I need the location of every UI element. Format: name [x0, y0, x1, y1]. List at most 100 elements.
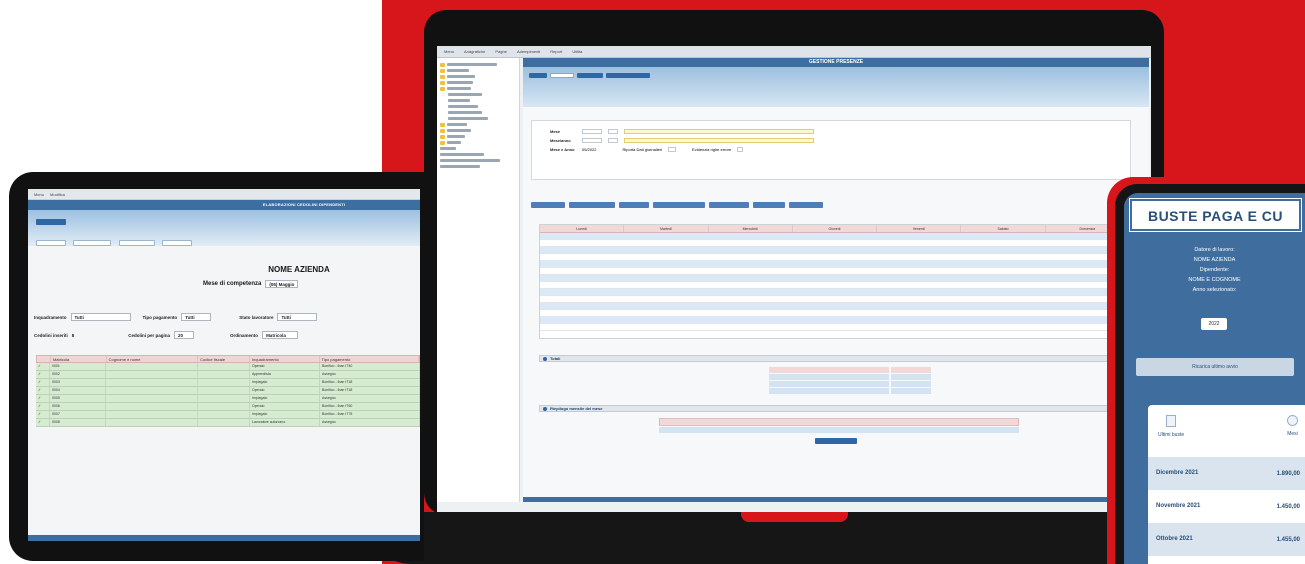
toolbar-chip[interactable] — [36, 240, 66, 246]
tree-node[interactable] — [440, 110, 516, 115]
tree-node[interactable] — [440, 146, 516, 151]
anno-input[interactable] — [582, 138, 602, 143]
menu-item[interactable]: Adempimenti — [514, 49, 543, 54]
row-check-icon[interactable]: ✓ — [36, 419, 50, 426]
table-row[interactable]: ✓ 0004 Operaio Bonifico - Iban IT18 — [36, 387, 420, 395]
mese-code-input[interactable] — [608, 129, 618, 134]
row-check-icon[interactable]: ✓ — [36, 411, 50, 418]
mese-input[interactable] — [582, 129, 602, 134]
anno-description-input[interactable] — [624, 138, 814, 143]
grid-row[interactable] — [540, 268, 1130, 275]
tipo-pagamento-select[interactable]: Tutti — [181, 313, 212, 321]
tree-node[interactable] — [440, 158, 516, 163]
menu-item[interactable]: Report — [547, 49, 565, 54]
inquadramento-select[interactable]: Tutti — [70, 313, 131, 321]
grid-row[interactable] — [540, 275, 1130, 282]
payslip-row[interactable]: Novembre 2021 1.450,00 — [1148, 490, 1305, 523]
tree-node[interactable] — [440, 164, 516, 169]
totali-section-header[interactable]: Totali — [539, 355, 1131, 362]
table-row[interactable]: ✓ 0003 Impiegato Bonifico - Iban IT18 — [36, 379, 420, 387]
payslip-row[interactable]: Ottobre 2021 1.455,00 — [1148, 523, 1305, 556]
tree-node[interactable] — [440, 68, 516, 73]
tree-node[interactable] — [440, 86, 516, 91]
per-pagina-select[interactable]: 20 — [174, 331, 195, 339]
toolbar-button[interactable] — [529, 73, 547, 78]
toolbar-chip[interactable] — [162, 240, 193, 246]
tree-node[interactable] — [440, 74, 516, 79]
tree-node[interactable] — [440, 92, 516, 97]
toolbar-chip[interactable] — [73, 240, 112, 246]
toolbar-button[interactable] — [550, 73, 574, 78]
menu-item[interactable]: Utilita — [569, 49, 585, 54]
stato-select[interactable]: Tutti — [277, 313, 318, 321]
row-check-icon[interactable]: ✓ — [36, 371, 50, 378]
tab-mesi[interactable]: Mesi — [1287, 415, 1298, 457]
toolbar-chip[interactable] — [118, 240, 155, 246]
grid-row[interactable] — [540, 296, 1130, 303]
table-cell: 0001 — [50, 363, 106, 370]
grid-row[interactable] — [540, 282, 1130, 289]
action-button[interactable] — [653, 202, 705, 208]
tree-node[interactable] — [440, 104, 516, 109]
menu-item[interactable]: Menu — [34, 192, 44, 197]
ordinamento-select[interactable]: Matricola — [262, 331, 299, 339]
mese-description-input[interactable] — [624, 129, 814, 134]
menu-item[interactable]: Anagrafiche — [461, 49, 488, 54]
menu-item[interactable]: Paghe — [492, 49, 510, 54]
totals-header-cell — [891, 367, 931, 373]
tree-node[interactable] — [440, 140, 516, 145]
grid-row[interactable] — [540, 303, 1130, 310]
row-check-icon[interactable]: ✓ — [36, 403, 50, 410]
row-check-icon[interactable]: ✓ — [36, 395, 50, 402]
grid-row[interactable] — [540, 317, 1130, 324]
grid-row[interactable] — [540, 324, 1130, 331]
row-check-icon[interactable]: ✓ — [36, 363, 50, 370]
toolbar-button[interactable] — [577, 73, 603, 78]
tree-node[interactable] — [440, 152, 516, 157]
tree-node[interactable] — [440, 116, 516, 121]
menu-item[interactable]: Menu — [441, 49, 457, 54]
year-select[interactable]: 2022 — [1201, 318, 1227, 330]
grid-row[interactable] — [540, 310, 1130, 317]
grid-row[interactable] — [540, 254, 1130, 261]
toolbar-button[interactable] — [36, 219, 66, 225]
riporta-checkbox[interactable] — [668, 147, 677, 152]
toolbar-button[interactable] — [606, 73, 650, 78]
reload-button[interactable]: Ricarica ultimo avvio — [1136, 358, 1294, 376]
tab-ultimi[interactable]: Ultimi buste — [1158, 415, 1184, 457]
grid-row[interactable] — [540, 240, 1130, 247]
tree-node[interactable] — [440, 134, 516, 139]
table-row[interactable]: ✓ 0006 Operaio Bonifico - Iban IT60 — [36, 403, 420, 411]
grid-row[interactable] — [540, 289, 1130, 296]
row-check-icon[interactable]: ✓ — [36, 379, 50, 386]
action-button[interactable] — [709, 202, 749, 208]
grid-row[interactable] — [540, 261, 1130, 268]
menu-item[interactable]: Modifica — [50, 192, 65, 197]
cedolini-label: Cedolini inseriti — [34, 332, 68, 338]
table-row[interactable]: ✓ 0007 Impiegato Bonifico - Iban IT75 — [36, 411, 420, 419]
table-row[interactable]: ✓ 0008 Lavoratore autonomo Assegno — [36, 419, 420, 427]
payslip-row[interactable]: Settembre1.544,00 — [1148, 556, 1305, 564]
row-check-icon[interactable]: ✓ — [36, 387, 50, 394]
tree-node[interactable] — [440, 128, 516, 133]
table-row[interactable]: ✓ 0005 Impiegato Assegno — [36, 395, 420, 403]
grid-row[interactable] — [540, 247, 1130, 254]
action-button[interactable] — [531, 202, 565, 208]
tree-node[interactable] — [440, 122, 516, 127]
mese-select[interactable]: (05) Maggio — [265, 280, 299, 288]
table-row[interactable]: ✓ 0002 Apprendista Assegno — [36, 371, 420, 379]
action-button[interactable] — [753, 202, 785, 208]
grid-row[interactable] — [540, 233, 1130, 240]
action-button[interactable] — [569, 202, 615, 208]
action-button[interactable] — [789, 202, 823, 208]
action-button[interactable] — [619, 202, 649, 208]
confirm-button[interactable] — [815, 438, 857, 444]
table-row[interactable]: ✓ 0001 Operaio Bonifico - Iban IT40 — [36, 363, 420, 371]
payslip-row[interactable]: Dicembre 2021 1.890,00 — [1148, 457, 1305, 490]
tree-node[interactable] — [440, 62, 516, 67]
evidenzia-checkbox[interactable] — [737, 147, 744, 152]
tree-node[interactable] — [440, 98, 516, 103]
tree-node[interactable] — [440, 80, 516, 85]
riepilogo-section-header[interactable]: Riepilogo mensile del mese — [539, 405, 1131, 412]
anno-code-input[interactable] — [608, 138, 618, 143]
